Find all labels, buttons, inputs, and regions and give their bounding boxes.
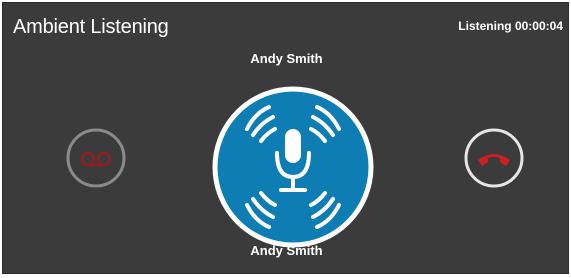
hangup-button[interactable] — [464, 128, 524, 188]
listening-timer: Listening 00:00:04 — [458, 19, 563, 33]
window-title: Ambient Listening — [13, 16, 169, 38]
caller-name-top: Andy Smith — [250, 51, 323, 66]
ambient-listening-panel: Ambient Listening Listening 00:00:04 And… — [2, 2, 569, 274]
microphone-icon — [212, 86, 374, 248]
phone-hangup-icon — [464, 128, 524, 188]
microphone-button[interactable] — [211, 85, 375, 249]
voicemail-button[interactable] — [66, 128, 126, 188]
voicemail-icon — [66, 128, 126, 188]
caller-name-bottom: Andy Smith — [250, 243, 323, 258]
